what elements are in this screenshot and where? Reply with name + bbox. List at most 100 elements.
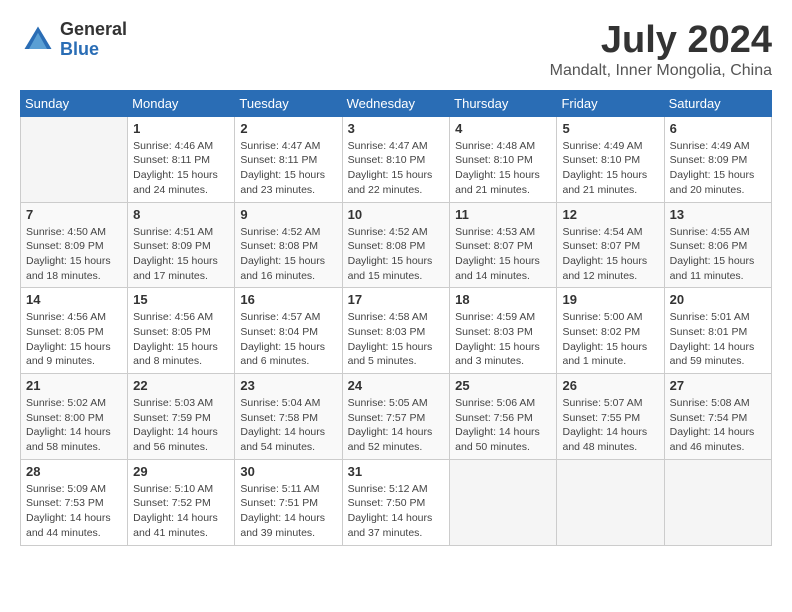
- day-cell: 3 Sunrise: 4:47 AM Sunset: 8:10 PM Daylig…: [342, 116, 450, 202]
- day-cell: 17 Sunrise: 4:58 AM Sunset: 8:03 PM Dayli…: [342, 288, 450, 374]
- day-number: 24: [348, 378, 445, 393]
- day-info: Sunrise: 4:50 AM Sunset: 8:09 PM Dayligh…: [26, 225, 122, 284]
- day-header-tuesday: Tuesday: [235, 90, 342, 116]
- day-info: Sunrise: 4:54 AM Sunset: 8:07 PM Dayligh…: [562, 225, 658, 284]
- day-number: 27: [670, 378, 766, 393]
- week-row-5: 28 Sunrise: 5:09 AM Sunset: 7:53 PM Dayli…: [21, 459, 772, 545]
- day-info: Sunrise: 4:47 AM Sunset: 8:11 PM Dayligh…: [240, 139, 336, 198]
- day-cell: 12 Sunrise: 4:54 AM Sunset: 8:07 PM Dayli…: [557, 202, 664, 288]
- day-cell: 19Sunrise: 5:00 AM Sunset: 8:02 PM Dayli…: [557, 288, 664, 374]
- month-year: July 2024: [550, 20, 772, 62]
- day-cell: 27 Sunrise: 5:08 AM Sunset: 7:54 PM Dayli…: [664, 374, 771, 460]
- day-number: 22: [133, 378, 229, 393]
- day-cell: 1 Sunrise: 4:46 AM Sunset: 8:11 PM Daylig…: [128, 116, 235, 202]
- day-info: Sunrise: 4:58 AM Sunset: 8:03 PM Dayligh…: [348, 310, 445, 369]
- day-info: Sunrise: 4:48 AM Sunset: 8:10 PM Dayligh…: [455, 139, 551, 198]
- day-info: Sunrise: 5:04 AM Sunset: 7:58 PM Dayligh…: [240, 396, 336, 455]
- day-cell: [664, 459, 771, 545]
- day-number: 12: [562, 207, 658, 222]
- day-info: Sunrise: 4:53 AM Sunset: 8:07 PM Dayligh…: [455, 225, 551, 284]
- day-info: Sunrise: 4:49 AM Sunset: 8:09 PM Dayligh…: [670, 139, 766, 198]
- logo: General Blue: [20, 20, 127, 60]
- day-cell: 24 Sunrise: 5:05 AM Sunset: 7:57 PM Dayli…: [342, 374, 450, 460]
- title-area: July 2024 Mandalt, Inner Mongolia, China: [550, 20, 772, 80]
- day-cell: 18Sunrise: 4:59 AM Sunset: 8:03 PM Dayli…: [450, 288, 557, 374]
- day-number: 6: [670, 121, 766, 136]
- day-cell: [450, 459, 557, 545]
- day-number: 4: [455, 121, 551, 136]
- day-number: 21: [26, 378, 122, 393]
- day-cell: 29 Sunrise: 5:10 AM Sunset: 7:52 PM Dayli…: [128, 459, 235, 545]
- day-cell: 10 Sunrise: 4:52 AM Sunset: 8:08 PM Dayli…: [342, 202, 450, 288]
- day-number: 5: [562, 121, 658, 136]
- day-number: 28: [26, 464, 122, 479]
- day-cell: 11 Sunrise: 4:53 AM Sunset: 8:07 PM Dayli…: [450, 202, 557, 288]
- day-cell: 2Sunrise: 4:47 AM Sunset: 8:11 PM Daylig…: [235, 116, 342, 202]
- day-header-monday: Monday: [128, 90, 235, 116]
- week-row-3: 14Sunrise: 4:56 AM Sunset: 8:05 PM Dayli…: [21, 288, 772, 374]
- day-info: Sunrise: 5:08 AM Sunset: 7:54 PM Dayligh…: [670, 396, 766, 455]
- day-cell: 23Sunrise: 5:04 AM Sunset: 7:58 PM Dayli…: [235, 374, 342, 460]
- day-number: 29: [133, 464, 229, 479]
- day-header-sunday: Sunday: [21, 90, 128, 116]
- week-row-4: 21 Sunrise: 5:02 AM Sunset: 8:00 PM Dayli…: [21, 374, 772, 460]
- day-number: 10: [348, 207, 445, 222]
- calendar-header: SundayMondayTuesdayWednesdayThursdayFrid…: [21, 90, 772, 116]
- day-number: 15: [133, 292, 229, 307]
- day-cell: 31 Sunrise: 5:12 AM Sunset: 7:50 PM Dayli…: [342, 459, 450, 545]
- day-info: Sunrise: 4:52 AM Sunset: 8:08 PM Dayligh…: [348, 225, 445, 284]
- day-info: Sunrise: 4:59 AM Sunset: 8:03 PM Dayligh…: [455, 310, 551, 369]
- day-cell: 26 Sunrise: 5:07 AM Sunset: 7:55 PM Dayli…: [557, 374, 664, 460]
- day-number: 25: [455, 378, 551, 393]
- logo-text: General Blue: [60, 20, 127, 60]
- day-number: 26: [562, 378, 658, 393]
- calendar-body: 1 Sunrise: 4:46 AM Sunset: 8:11 PM Daylig…: [21, 116, 772, 545]
- day-number: 11: [455, 207, 551, 222]
- day-cell: 22 Sunrise: 5:03 AM Sunset: 7:59 PM Dayli…: [128, 374, 235, 460]
- day-info: Sunrise: 4:52 AM Sunset: 8:08 PM Dayligh…: [240, 225, 336, 284]
- day-cell: 25 Sunrise: 5:06 AM Sunset: 7:56 PM Dayli…: [450, 374, 557, 460]
- day-info: Sunrise: 5:11 AM Sunset: 7:51 PM Dayligh…: [240, 482, 336, 541]
- day-cell: 20 Sunrise: 5:01 AM Sunset: 8:01 PM Dayli…: [664, 288, 771, 374]
- day-cell: 4 Sunrise: 4:48 AM Sunset: 8:10 PM Daylig…: [450, 116, 557, 202]
- day-info: Sunrise: 5:02 AM Sunset: 8:00 PM Dayligh…: [26, 396, 122, 455]
- day-number: 17: [348, 292, 445, 307]
- week-row-1: 1 Sunrise: 4:46 AM Sunset: 8:11 PM Daylig…: [21, 116, 772, 202]
- day-number: 1: [133, 121, 229, 136]
- logo-blue: Blue: [60, 40, 127, 60]
- day-info: Sunrise: 4:56 AM Sunset: 8:05 PM Dayligh…: [133, 310, 229, 369]
- day-number: 3: [348, 121, 445, 136]
- day-number: 13: [670, 207, 766, 222]
- day-info: Sunrise: 4:56 AM Sunset: 8:05 PM Dayligh…: [26, 310, 122, 369]
- day-info: Sunrise: 5:07 AM Sunset: 7:55 PM Dayligh…: [562, 396, 658, 455]
- day-info: Sunrise: 5:01 AM Sunset: 8:01 PM Dayligh…: [670, 310, 766, 369]
- day-number: 31: [348, 464, 445, 479]
- day-header-friday: Friday: [557, 90, 664, 116]
- day-info: Sunrise: 4:57 AM Sunset: 8:04 PM Dayligh…: [240, 310, 336, 369]
- day-info: Sunrise: 4:47 AM Sunset: 8:10 PM Dayligh…: [348, 139, 445, 198]
- day-number: 8: [133, 207, 229, 222]
- day-info: Sunrise: 5:09 AM Sunset: 7:53 PM Dayligh…: [26, 482, 122, 541]
- day-cell: 8Sunrise: 4:51 AM Sunset: 8:09 PM Daylig…: [128, 202, 235, 288]
- day-cell: 14Sunrise: 4:56 AM Sunset: 8:05 PM Dayli…: [21, 288, 128, 374]
- day-info: Sunrise: 5:06 AM Sunset: 7:56 PM Dayligh…: [455, 396, 551, 455]
- day-cell: 5Sunrise: 4:49 AM Sunset: 8:10 PM Daylig…: [557, 116, 664, 202]
- day-number: 16: [240, 292, 336, 307]
- day-cell: 7 Sunrise: 4:50 AM Sunset: 8:09 PM Daylig…: [21, 202, 128, 288]
- day-info: Sunrise: 4:46 AM Sunset: 8:11 PM Dayligh…: [133, 139, 229, 198]
- day-number: 30: [240, 464, 336, 479]
- day-info: Sunrise: 4:55 AM Sunset: 8:06 PM Dayligh…: [670, 225, 766, 284]
- day-info: Sunrise: 5:10 AM Sunset: 7:52 PM Dayligh…: [133, 482, 229, 541]
- day-info: Sunrise: 5:03 AM Sunset: 7:59 PM Dayligh…: [133, 396, 229, 455]
- day-number: 9: [240, 207, 336, 222]
- day-info: Sunrise: 5:00 AM Sunset: 8:02 PM Dayligh…: [562, 310, 658, 369]
- day-info: Sunrise: 5:12 AM Sunset: 7:50 PM Dayligh…: [348, 482, 445, 541]
- day-cell: 15 Sunrise: 4:56 AM Sunset: 8:05 PM Dayli…: [128, 288, 235, 374]
- day-header-saturday: Saturday: [664, 90, 771, 116]
- day-header-wednesday: Wednesday: [342, 90, 450, 116]
- day-number: 7: [26, 207, 122, 222]
- day-cell: 30 Sunrise: 5:11 AM Sunset: 7:51 PM Dayli…: [235, 459, 342, 545]
- day-info: Sunrise: 5:05 AM Sunset: 7:57 PM Dayligh…: [348, 396, 445, 455]
- page-header: General Blue July 2024 Mandalt, Inner Mo…: [20, 20, 772, 80]
- day-number: 20: [670, 292, 766, 307]
